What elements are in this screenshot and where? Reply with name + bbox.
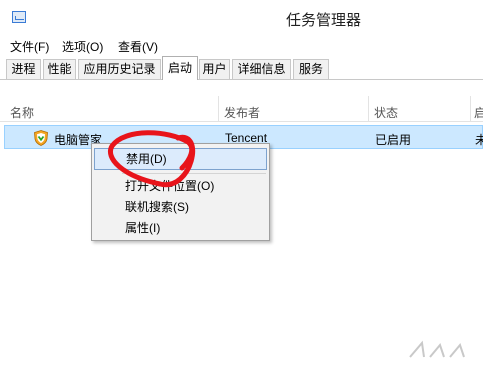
menu-item-disable[interactable]: 禁用(D): [94, 148, 267, 170]
task-manager-icon: [12, 11, 26, 23]
column-divider[interactable]: [368, 96, 369, 122]
shield-icon: [34, 130, 48, 146]
tab-users[interactable]: 用户: [199, 59, 230, 79]
menu-item-search-online[interactable]: 联机搜索(S): [94, 196, 267, 218]
tab-performance[interactable]: 性能: [43, 59, 76, 79]
menu-item-open-file-location[interactable]: 打开文件位置(O): [94, 175, 267, 197]
menu-file[interactable]: 文件(F): [10, 38, 49, 55]
column-publisher[interactable]: 发布者: [224, 104, 260, 121]
row-impact: 未: [475, 133, 483, 147]
title-bar: 任务管理器: [0, 0, 483, 36]
column-header-row: 名称 发布者 状态 启: [0, 96, 483, 122]
row-status: 已启用: [375, 133, 412, 147]
column-status[interactable]: 状态: [374, 104, 398, 121]
menu-item-properties[interactable]: 属性(I): [94, 217, 267, 239]
column-startup-impact[interactable]: 启: [474, 104, 483, 121]
menu-view[interactable]: 查看(V): [118, 38, 158, 55]
context-menu: 禁用(D) 打开文件位置(O) 联机搜索(S) 属性(I): [91, 143, 270, 241]
tab-startup[interactable]: 启动: [162, 56, 198, 80]
tab-app-history[interactable]: 应用历史记录: [78, 59, 161, 79]
column-divider[interactable]: [218, 96, 219, 122]
column-name[interactable]: 名称: [10, 104, 34, 121]
tab-processes[interactable]: 进程: [6, 59, 41, 79]
tab-strip: 进程 性能 应用历史记录 启动 用户 详细信息 服务: [0, 56, 483, 80]
tab-details[interactable]: 详细信息: [232, 59, 291, 79]
menu-separator: [122, 173, 266, 174]
menu-options[interactable]: 选项(O): [62, 38, 103, 55]
watermark-logo: [409, 340, 465, 358]
menu-bar: 文件(F) 选项(O) 查看(V): [0, 36, 483, 56]
window-title: 任务管理器: [286, 12, 362, 29]
column-divider[interactable]: [470, 96, 471, 122]
tab-services[interactable]: 服务: [293, 59, 329, 79]
